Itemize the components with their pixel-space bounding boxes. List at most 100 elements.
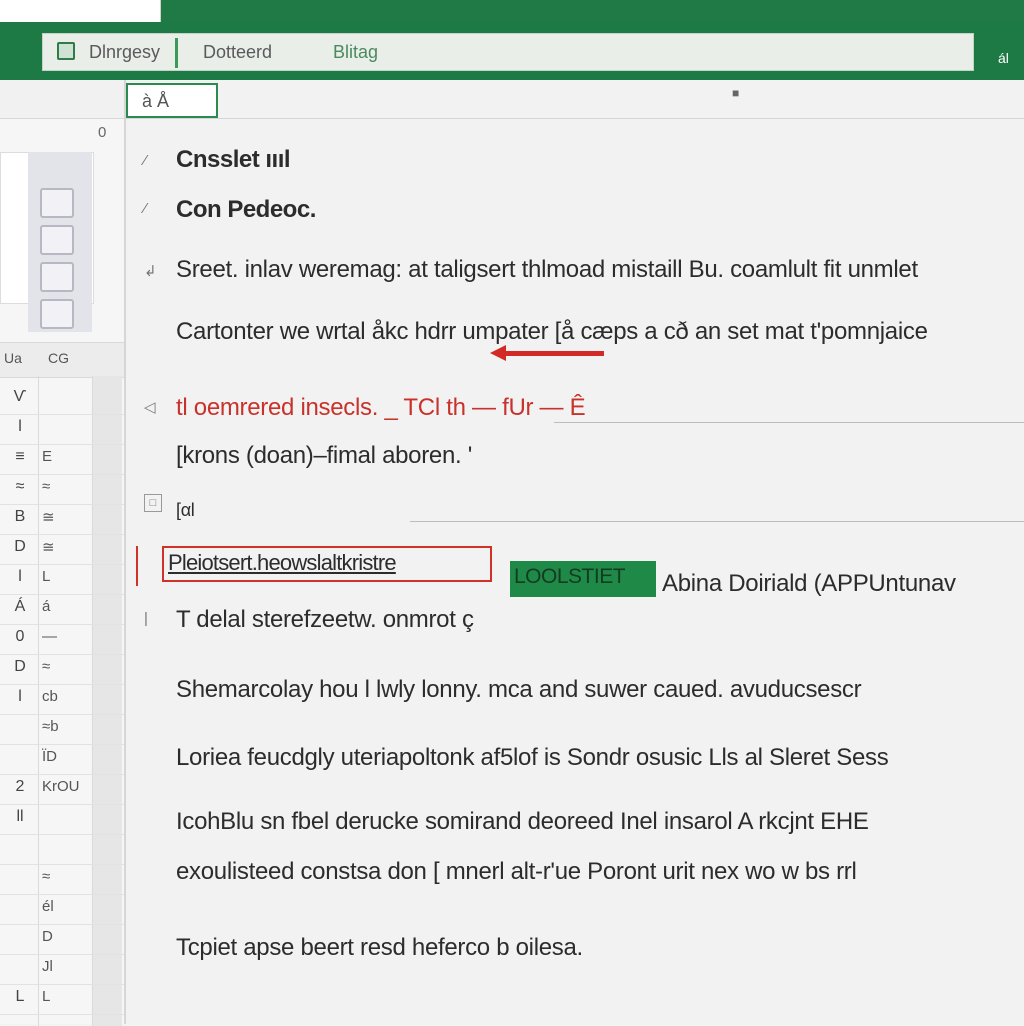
paragraph-line-3: [krons (doan)–fimal aboren. ' xyxy=(176,442,473,469)
grid-row-line xyxy=(0,474,124,475)
column-header[interactable]: 0 xyxy=(98,124,106,141)
grid-header-left: Ua xyxy=(4,350,22,366)
grid-cell[interactable]: Jl xyxy=(42,958,53,975)
row-label[interactable]: D xyxy=(8,658,32,676)
grid-cell[interactable]: — xyxy=(42,628,57,645)
row-label[interactable]: ≈ xyxy=(8,478,32,496)
red-arrow-annotation xyxy=(490,345,604,361)
paragraph-line-9: Tcpiet apse beert resd heferco b oilesa. xyxy=(176,934,583,961)
grid-cell[interactable]: ≈ xyxy=(42,658,50,675)
grid-header-right: CG xyxy=(48,350,69,366)
underline-rule xyxy=(554,422,1024,423)
row-label[interactable]: l xyxy=(8,688,32,706)
grid-row-line xyxy=(0,924,124,925)
grid-row-line xyxy=(0,804,124,805)
left-panel-header xyxy=(0,80,124,119)
selection-marker xyxy=(136,546,138,586)
grid-cell[interactable]: ≅ xyxy=(42,538,55,556)
row-label[interactable]: D xyxy=(8,538,32,556)
grid-cell[interactable]: ≈b xyxy=(42,718,59,735)
grid-cell[interactable]: ≈ xyxy=(42,868,50,885)
paragraph-line-1: Sreet. inlav weremag: at taligsert thlmo… xyxy=(176,256,918,283)
grid-row-line xyxy=(0,654,124,655)
grid-cell[interactable]: á xyxy=(42,598,50,615)
grid-cell[interactable]: cb xyxy=(42,688,58,705)
paragraph-line-6: Loriea feucdgly uteriapoltonk af5lof is … xyxy=(176,744,889,771)
tab-3[interactable]: Blitag xyxy=(333,42,378,63)
caret-icon: ⁄ xyxy=(144,200,147,217)
row-label[interactable]: ll xyxy=(8,808,32,826)
button-caption: Abina Doiriald (APPUntunav xyxy=(662,570,956,597)
app-icon xyxy=(57,42,75,60)
heading-2: Con Pedeoc. xyxy=(176,196,316,223)
tab-2[interactable]: Dotteerd xyxy=(203,42,272,63)
grid-cell[interactable]: L xyxy=(42,988,50,1005)
small-marker: [αl xyxy=(176,500,195,520)
bullet-icon: ↲ xyxy=(144,263,157,280)
insert-sheet-button[interactable]: LOOLSTIET xyxy=(510,561,656,597)
caret-icon: ⁄ xyxy=(144,152,147,169)
left-grid-panel[interactable]: 0 Ua CG Ѵl ≡ E ≈ ≈ B ≅ D ≅ l L Áá 0— D ≈ l cb ≈b ЇD 2 KrOU ll… xyxy=(0,80,126,1026)
quick-access-area xyxy=(0,0,161,22)
grid-cell[interactable]: KrOU xyxy=(42,778,80,795)
paragraph-line-2: Cartonter we wrtal åkc hdrr umpater [å c… xyxy=(176,318,928,345)
thumbnail-icon-4[interactable] xyxy=(40,299,74,329)
grid-row-line xyxy=(0,714,124,715)
row-label[interactable]: Á xyxy=(8,598,32,616)
thumbnail-icon-3[interactable] xyxy=(40,262,74,292)
grid-row-line xyxy=(0,774,124,775)
tab-1[interactable]: Dlnrgesy xyxy=(89,42,160,63)
paragraph-line-5: Shemarcolay hou l lwly lonny. mca and su… xyxy=(176,676,862,703)
row-label[interactable]: l xyxy=(8,418,32,436)
highlighted-line: tl oemrered insecls. _ TCl th — fUr — Ê xyxy=(176,394,586,421)
grid-cell[interactable]: ≅ xyxy=(42,508,55,526)
paragraph-line-7: IcohBlu sn fbel derucke somirand deoreed… xyxy=(176,808,869,835)
row-label[interactable]: 0 xyxy=(8,628,32,646)
selected-text-box[interactable]: Pleiotsert.heowslaltkristre xyxy=(162,546,492,582)
grid-cell[interactable]: ≈ xyxy=(42,478,50,495)
row-label[interactable]: l xyxy=(8,568,32,586)
grid-row-line xyxy=(0,444,124,445)
grid-row-line xyxy=(0,954,124,955)
grid-row-line xyxy=(0,894,124,895)
row-label[interactable]: L xyxy=(8,988,32,1006)
document-area[interactable]: à Å ■ ⁄ Cnsslet ıııl ⁄ Con Pedeoc. ↲ Sre… xyxy=(126,80,1024,1024)
thumbnail-icon-2[interactable] xyxy=(40,225,74,255)
heading-1: Cnsslet ıııl xyxy=(176,146,291,173)
grid-cell[interactable]: D xyxy=(42,928,53,945)
grid-row-line xyxy=(0,534,124,535)
ruler-mark: ■ xyxy=(732,86,740,100)
ribbon-right-mark: ál xyxy=(998,50,1009,66)
row-label[interactable]: Ѵ xyxy=(8,388,32,406)
collapse-arrow-icon[interactable]: ◁ xyxy=(144,398,156,416)
grid-row-line xyxy=(0,864,124,865)
row-label[interactable]: ≡ xyxy=(8,448,32,466)
grid-row-line xyxy=(0,984,124,985)
grid-cell[interactable]: él xyxy=(42,898,54,915)
grid-cell[interactable]: E xyxy=(42,448,52,465)
ribbon-tab-bar: Dlnrgesy Dotteerd Blitag xyxy=(42,33,974,71)
cell-reference-box[interactable]: à Å xyxy=(126,83,218,119)
bar-marker: | xyxy=(144,610,148,627)
grid-cell[interactable]: L xyxy=(42,568,50,585)
paragraph-line-8: exoulisteed constsa don [ mnerl alt-r'ue… xyxy=(176,858,857,885)
grid-row-line xyxy=(0,624,124,625)
grid-row-line xyxy=(0,504,124,505)
thumbnail-icon-1[interactable] xyxy=(40,188,74,218)
title-strip xyxy=(0,0,1024,22)
grid-cell[interactable]: ЇD xyxy=(42,748,57,765)
underline-rule xyxy=(410,521,1024,522)
divider xyxy=(126,118,1024,119)
tab-active-marker xyxy=(175,38,178,68)
row-label[interactable]: B xyxy=(8,508,32,526)
grid-row-line xyxy=(0,414,124,415)
grid-row-line xyxy=(0,1014,124,1015)
grid-row-line xyxy=(0,834,124,835)
selected-text: Pleiotsert.heowslaltkristre xyxy=(168,550,397,575)
grid-row-line xyxy=(0,564,124,565)
checkbox-icon[interactable]: □ xyxy=(144,494,162,512)
paragraph-line-4: T delal sterefzeetw. onmrot ç xyxy=(176,606,474,633)
grid-row-line xyxy=(0,684,124,685)
grid-row-line xyxy=(0,594,124,595)
row-label[interactable]: 2 xyxy=(8,778,32,796)
